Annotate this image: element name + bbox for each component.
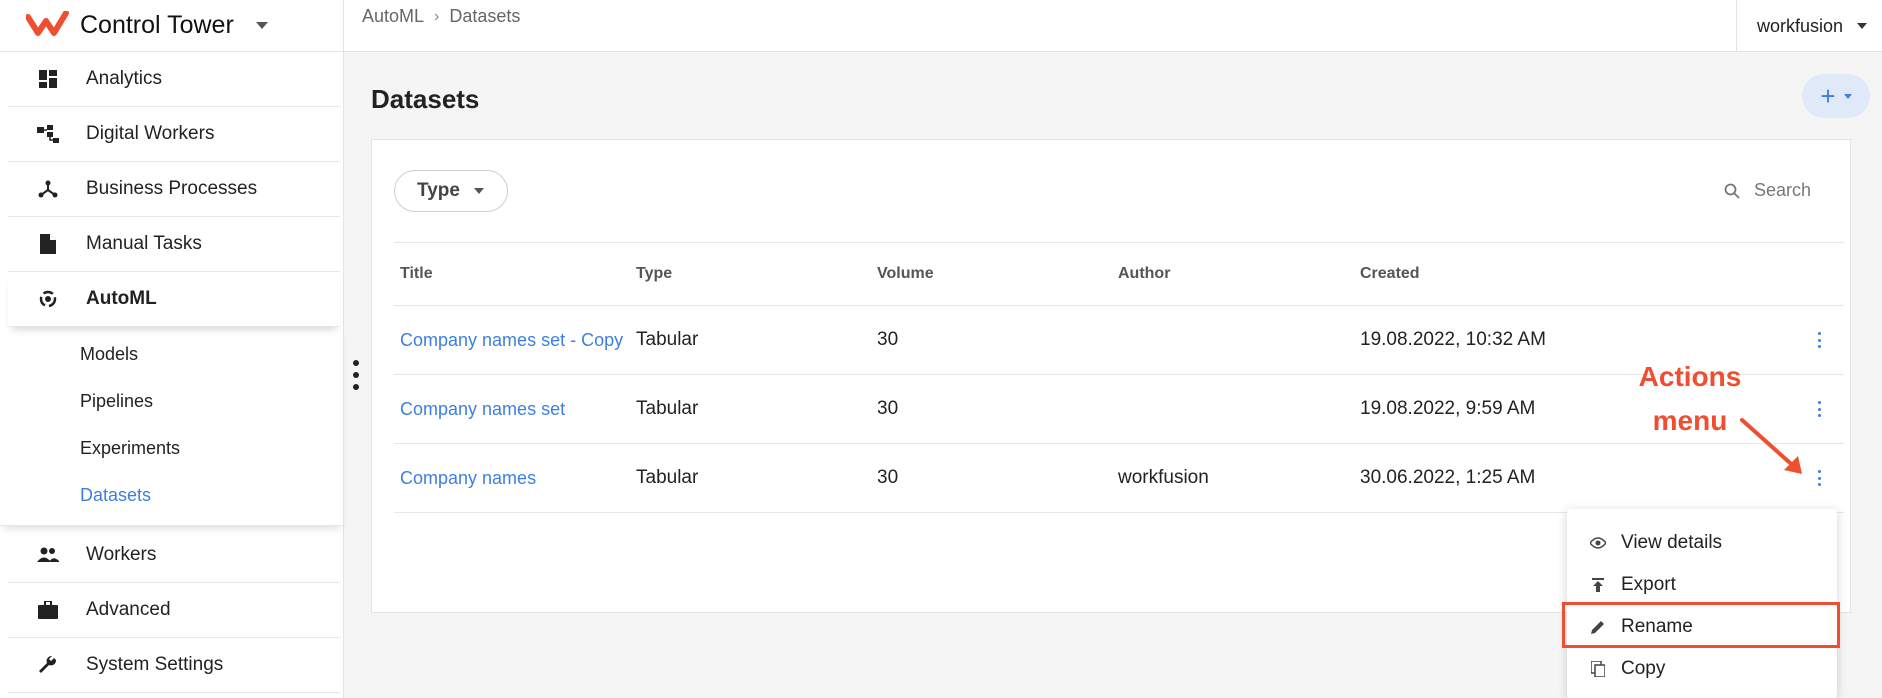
dataset-created: 30.06.2022, 1:25 AM [1360, 467, 1536, 488]
app-name: Control Tower [80, 11, 234, 39]
dataset-created: 19.08.2022, 10:32 AM [1360, 329, 1546, 350]
search-icon [1724, 183, 1740, 199]
tenant-name: workfusion [1757, 15, 1844, 36]
table-header: Title Type Volume Author Created [394, 242, 1844, 306]
workfusion-logo-icon [26, 10, 69, 36]
search-placeholder: Search [1754, 180, 1812, 200]
people-icon [34, 543, 62, 567]
briefcase-icon [34, 598, 62, 622]
sidebar-item-advanced[interactable]: Advanced [8, 583, 340, 638]
sidebar-resize-handle[interactable] [352, 360, 360, 390]
sidebar-item-label: Workers [86, 544, 157, 565]
breadcrumb-item-datasets: Datasets [449, 6, 521, 26]
workers-tree-icon [34, 122, 62, 146]
type-filter-label: Type [417, 180, 460, 201]
dataset-title-link[interactable]: Company names set [394, 399, 636, 420]
export-icon [1589, 576, 1607, 594]
breadcrumb-item-automl[interactable]: AutoML [362, 6, 424, 27]
dataset-title-link[interactable]: Company names set - Copy [394, 330, 636, 351]
column-header-volume[interactable]: Volume [877, 265, 1118, 283]
table-row: Company names Tabular 30 workfusion 30.0… [394, 444, 1844, 513]
breadcrumb: AutoML › Datasets [362, 6, 520, 27]
sidebar-item-analytics[interactable]: Analytics [8, 52, 340, 107]
sidebar-item-business-processes[interactable]: Business Processes [8, 162, 340, 217]
dataset-type: Tabular [636, 398, 699, 419]
process-icon [34, 177, 62, 201]
top-bar: AutoML › Datasets workfusion [344, 0, 1882, 52]
chevron-down-icon [1843, 93, 1852, 99]
search-input[interactable]: Search [1724, 180, 1811, 201]
more-vert-icon[interactable] [1816, 401, 1822, 417]
sidebar: Control Tower Analytics Digital Workers … [0, 0, 344, 698]
more-vert-icon[interactable] [1816, 332, 1822, 348]
dataset-type: Tabular [636, 329, 699, 350]
type-filter-dropdown[interactable]: Type [394, 170, 508, 212]
more-vert-icon[interactable] [1816, 470, 1822, 486]
chevron-right-icon: › [434, 7, 440, 25]
automl-icon [34, 287, 62, 311]
page-title: Datasets [371, 84, 480, 114]
dataset-title-link[interactable]: Company names [394, 468, 636, 489]
tenant-switcher[interactable]: workfusion [1736, 0, 1882, 52]
sidebar-item-label: Advanced [86, 599, 171, 620]
brand-switcher[interactable]: Control Tower [0, 0, 343, 52]
copy-icon [1589, 660, 1607, 678]
sidebar-item-label: Business Processes [86, 178, 258, 199]
subnav-item-experiments[interactable]: Experiments [0, 425, 344, 472]
chevron-down-icon [1857, 23, 1868, 29]
menu-item-label: Export [1621, 574, 1676, 595]
column-header-type[interactable]: Type [636, 265, 877, 283]
sidebar-item-label: System Settings [86, 654, 224, 675]
annotation-line-1: Actions [1638, 361, 1742, 392]
menu-item-export[interactable]: Export [1567, 564, 1837, 606]
dataset-volume: 30 [877, 329, 899, 350]
chevron-down-icon [473, 188, 484, 194]
sidebar-item-label: AutoML [86, 288, 157, 309]
sidebar-item-manual-tasks[interactable]: Manual Tasks [8, 217, 340, 272]
eye-icon [1589, 534, 1607, 552]
sidebar-item-label: Digital Workers [86, 123, 215, 144]
annotation-arrow-icon [1740, 418, 1802, 474]
subnav-item-pipelines[interactable]: Pipelines [0, 378, 344, 425]
document-icon [34, 232, 62, 256]
plus-icon: + [1820, 80, 1836, 111]
sidebar-item-system-settings[interactable]: System Settings [8, 638, 340, 693]
menu-item-view-details[interactable]: View details [1567, 522, 1837, 564]
column-header-title[interactable]: Title [394, 265, 636, 283]
sidebar-item-label: Manual Tasks [86, 233, 202, 254]
add-dataset-button[interactable]: + [1802, 74, 1870, 118]
chevron-down-icon [255, 22, 268, 29]
column-header-created[interactable]: Created [1360, 265, 1780, 283]
wrench-icon [34, 653, 62, 677]
automl-subnav: Models Pipelines Experiments Datasets [0, 327, 344, 526]
menu-item-label: View details [1621, 532, 1723, 553]
sidebar-item-workers[interactable]: Workers [8, 528, 340, 583]
subnav-item-models[interactable]: Models [0, 331, 344, 378]
sidebar-item-automl[interactable]: AutoML [8, 272, 340, 327]
subnav-item-datasets[interactable]: Datasets [0, 472, 344, 519]
dataset-volume: 30 [877, 467, 899, 488]
dataset-volume: 30 [877, 398, 899, 419]
column-header-author[interactable]: Author [1118, 265, 1360, 283]
dataset-author: workfusion [1118, 467, 1209, 488]
menu-item-copy[interactable]: Copy [1567, 648, 1837, 690]
rename-highlight-box [1562, 602, 1840, 648]
menu-item-label: Copy [1621, 658, 1666, 679]
sidebar-item-label: Analytics [86, 68, 163, 89]
dashboard-icon [34, 67, 62, 91]
sidebar-item-digital-workers[interactable]: Digital Workers [8, 107, 340, 162]
dataset-type: Tabular [636, 467, 699, 488]
